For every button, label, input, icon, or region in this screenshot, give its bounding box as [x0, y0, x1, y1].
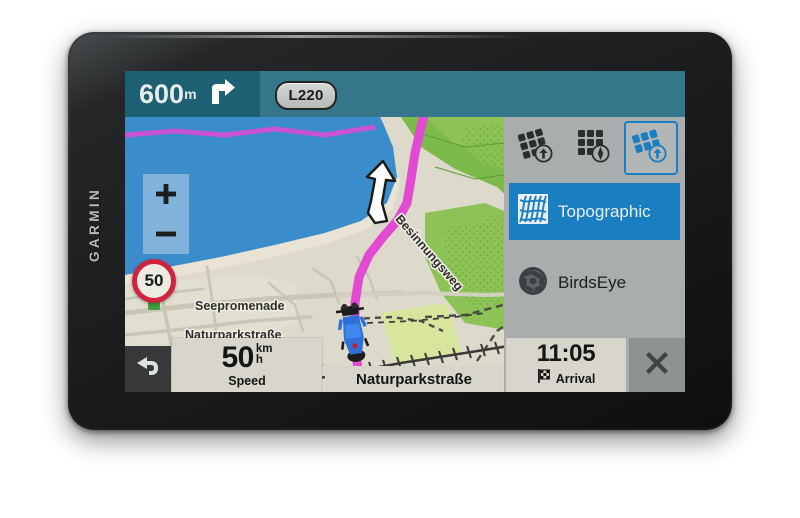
close-button[interactable] — [629, 338, 685, 392]
speed-widget[interactable]: 50 km h Speed — [172, 338, 322, 392]
speed-limit-sign: 50 — [132, 259, 176, 303]
road-shield-label: L220 — [288, 87, 324, 104]
map-layer-up-icon — [517, 128, 556, 169]
current-street-banner: Naturparkstraße — [325, 366, 503, 392]
map-layer-topo-up-icon-button[interactable] — [624, 121, 678, 175]
close-x-icon — [642, 348, 672, 383]
back-arrow-icon — [134, 354, 162, 385]
map-label-seepromenade: Seepromenade — [195, 299, 285, 313]
speed-reading: 50 km h — [221, 340, 273, 374]
contour-lines-icon — [518, 194, 548, 229]
back-button[interactable] — [125, 346, 171, 392]
zoom-in-button[interactable] — [143, 174, 189, 214]
checkered-flag-icon — [537, 369, 552, 388]
zoom-out-button[interactable] — [143, 214, 189, 254]
speed-caption: Speed — [228, 373, 266, 388]
map-layer-compass-icon — [575, 128, 613, 169]
topographic-label: Topographic — [558, 201, 651, 221]
screenshot-root: GARMIN 600 m L220 Besinnungsweg Seeprome… — [0, 0, 800, 518]
speed-limit-value: 50 — [144, 271, 164, 290]
birdseye-label: BirdsEye — [558, 273, 627, 292]
aperture-icon — [518, 266, 548, 301]
map-layer-up-icon-button[interactable] — [510, 121, 564, 175]
distance-to-turn: 600 m — [125, 71, 260, 117]
topographic-layer-button[interactable]: Topographic — [509, 183, 680, 240]
map-layer-topo-up-icon — [631, 128, 670, 169]
device-screen: 600 m L220 Besinnungsweg Seepromenade Na… — [125, 71, 685, 392]
garmin-navigator-device: GARMIN 600 m L220 Besinnungsweg Seeprome… — [68, 32, 732, 430]
arrival-caption-row: Arrival — [537, 369, 596, 388]
speed-value: 50 — [221, 340, 255, 374]
arrival-caption: Arrival — [555, 371, 596, 386]
speed-unit: km h — [255, 343, 273, 367]
distance-unit: m — [184, 85, 197, 102]
arrival-widget[interactable]: 11:05 Arrival — [506, 338, 626, 392]
minus-icon — [155, 223, 177, 245]
plus-icon — [155, 183, 177, 205]
speed-unit-denominator: h — [255, 354, 263, 367]
layer-buttons-row — [504, 117, 685, 179]
road-shield: L220 — [275, 81, 337, 110]
map-layer-compass-icon-button[interactable] — [567, 121, 621, 175]
arrival-time: 11:05 — [536, 340, 596, 367]
current-street-name: Naturparkstraße — [356, 370, 472, 388]
birdseye-layer-button[interactable]: BirdsEye — [509, 257, 680, 309]
maneuver-bar: 600 m L220 — [125, 71, 685, 117]
garmin-logo: GARMIN — [87, 186, 102, 262]
distance-value: 600 — [139, 78, 185, 109]
turn-right-icon — [208, 78, 236, 110]
